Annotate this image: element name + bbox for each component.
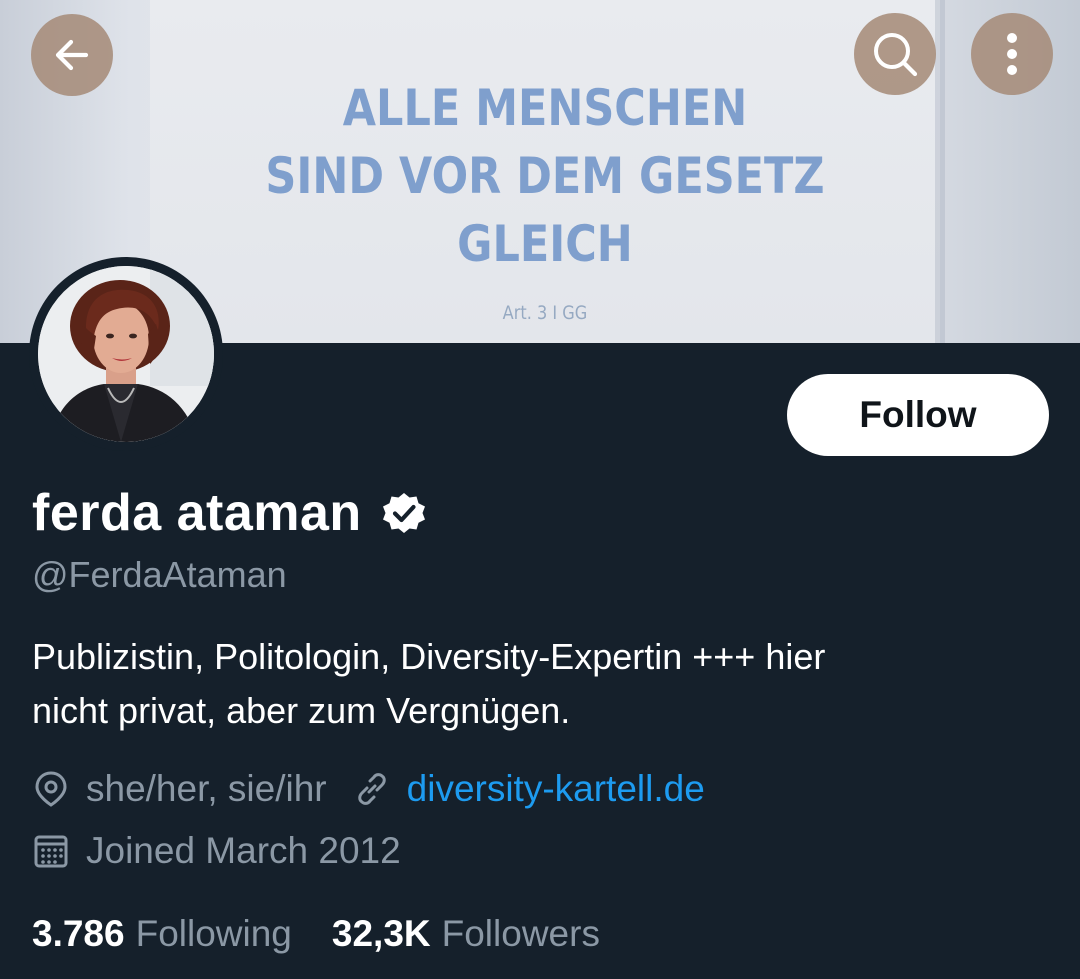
location-pin-icon xyxy=(35,771,67,807)
location-item: she/her, sie/ihr xyxy=(32,768,327,810)
followers-stat[interactable]: 32,3K Followers xyxy=(332,913,600,955)
banner-slogan: ALLE MENSCHEN SIND VOR DEM GESETZ GLEICH xyxy=(205,74,884,278)
search-icon xyxy=(874,33,918,77)
banner-line: SIND VOR DEM GESETZ xyxy=(265,147,825,205)
following-label: Following xyxy=(135,913,292,954)
profile-page: ALLE MENSCHEN SIND VOR DEM GESETZ GLEICH… xyxy=(0,0,1080,979)
following-count: 3.786 xyxy=(32,913,125,954)
banner-line: ALLE MENSCHEN xyxy=(342,79,748,137)
user-handle: @FerdaAtaman xyxy=(32,554,287,595)
website-link[interactable]: diversity-kartell.de xyxy=(407,768,705,810)
search-button[interactable] xyxy=(854,13,936,95)
bio-line: nicht privat, aber zum Vergnügen. xyxy=(32,690,571,731)
profile-name-row: ferda ataman xyxy=(32,478,428,548)
followers-count: 32,3K xyxy=(331,913,431,954)
follow-stats: 3.786 Following 32,3K Followers xyxy=(32,908,640,960)
more-options-button[interactable] xyxy=(971,13,1053,95)
followers-label: Followers xyxy=(441,913,600,954)
profile-bio: Publizistin, Politologin, Diversity-Expe… xyxy=(32,630,1042,738)
avatar[interactable] xyxy=(29,257,223,451)
back-button[interactable] xyxy=(31,14,113,96)
verified-badge-icon[interactable] xyxy=(380,489,428,537)
profile-meta-row: she/her, sie/ihr diversity-kartell.de xyxy=(32,764,731,814)
link-icon xyxy=(357,773,386,805)
joined-item: Joined March 2012 xyxy=(32,830,401,872)
following-stat[interactable]: 3.786 Following xyxy=(32,913,292,955)
follow-button[interactable]: Follow xyxy=(787,374,1049,456)
website-item[interactable]: diversity-kartell.de xyxy=(353,768,705,810)
banner-panel-edge xyxy=(935,0,945,343)
display-name: ferda ataman xyxy=(32,484,362,542)
profile-meta-row: Joined March 2012 xyxy=(32,826,427,876)
location-text: she/her, sie/ihr xyxy=(86,768,327,809)
bio-line: Publizistin, Politologin, Diversity-Expe… xyxy=(32,636,826,677)
calendar-icon xyxy=(34,835,68,868)
banner-line: GLEICH xyxy=(457,215,633,273)
arrow-left-icon xyxy=(55,39,89,71)
more-vertical-icon xyxy=(1007,33,1017,75)
avatar-photo xyxy=(38,266,214,442)
joined-date: Joined March 2012 xyxy=(86,830,401,871)
banner-caption: Art. 3 I GG xyxy=(502,302,588,324)
